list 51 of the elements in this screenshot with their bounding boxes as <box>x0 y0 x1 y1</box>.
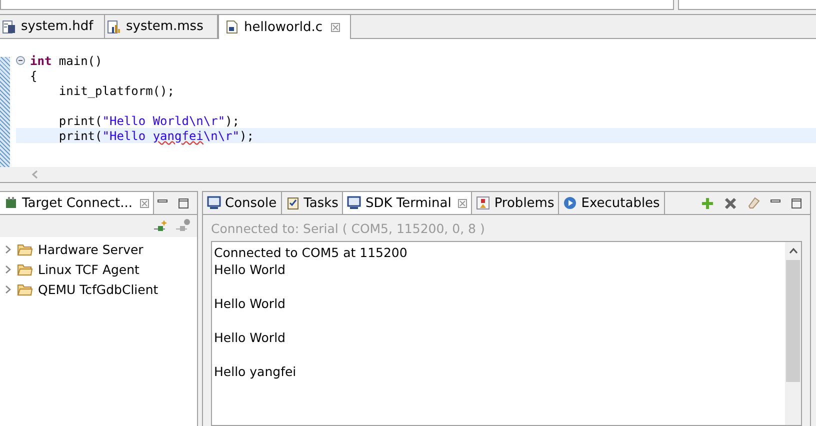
chart-document-icon <box>107 20 121 34</box>
view-tab[interactable]: SDK Terminal <box>343 192 472 214</box>
tree-item[interactable]: QEMU TcfGdbClient <box>0 279 197 299</box>
code-line: init_platform(); <box>58 84 174 98</box>
view-tab[interactable]: Target Connect... <box>0 192 154 214</box>
view-tab[interactable]: Console <box>203 192 282 214</box>
connection-status: Connected to: Serial ( COM5, 115200, 0, 8 ) <box>211 221 486 238</box>
scroll-up-icon[interactable] <box>788 248 798 254</box>
vertical-scrollbar[interactable] <box>785 242 801 425</box>
maximize-icon[interactable] <box>791 198 802 208</box>
disconnect-icon[interactable] <box>175 218 191 234</box>
add-icon[interactable] <box>701 196 714 210</box>
terminal-line: Hello World <box>214 329 286 346</box>
remove-icon[interactable] <box>724 196 737 210</box>
close-icon[interactable] <box>458 198 468 208</box>
tree-item[interactable]: Linux TCF Agent <box>0 259 197 279</box>
close-icon[interactable] <box>330 22 340 32</box>
view-tab[interactable]: Problems <box>472 192 560 214</box>
code-line: print("Hello World\n\r"); <box>58 114 240 128</box>
play-icon <box>563 196 578 210</box>
code-line: int main() <box>30 54 102 68</box>
problems-icon <box>476 196 490 210</box>
eraser-icon[interactable] <box>747 196 760 210</box>
expand-icon[interactable] <box>4 244 12 254</box>
c-file-icon <box>225 20 239 34</box>
terminal-line: Hello World <box>214 295 286 312</box>
clipboard-icon <box>286 196 300 210</box>
collapse-icon[interactable] <box>16 56 25 65</box>
monitor-icon <box>347 196 362 210</box>
terminal-line: Hello World <box>214 261 286 278</box>
board-icon <box>4 196 18 210</box>
folder-icon <box>17 242 33 256</box>
expand-icon[interactable] <box>4 264 12 274</box>
close-icon[interactable] <box>140 198 148 208</box>
editor-tab[interactable]: helloworld.c <box>218 15 350 39</box>
new-connection-icon[interactable] <box>153 218 169 234</box>
view-tab[interactable]: Executables <box>559 192 665 214</box>
monitor-icon <box>207 196 221 210</box>
folder-icon <box>17 262 33 276</box>
terminal-line: Connected to COM5 at 115200 <box>214 244 408 261</box>
scroll-thumb[interactable] <box>786 260 800 382</box>
terminal-line: Hello yangfei <box>214 363 298 380</box>
code-line: { <box>30 68 38 82</box>
code-line: print("Hello yangfei\n\r"); <box>58 128 254 142</box>
folder-icon <box>17 282 33 296</box>
expand-icon[interactable] <box>4 284 12 294</box>
scroll-left-icon[interactable] <box>32 170 38 179</box>
tree-item[interactable]: Hardware Server <box>0 239 197 259</box>
editor-tab[interactable]: system.hdf <box>0 15 105 38</box>
maximize-icon[interactable] <box>178 198 189 208</box>
document-icon <box>2 20 16 34</box>
